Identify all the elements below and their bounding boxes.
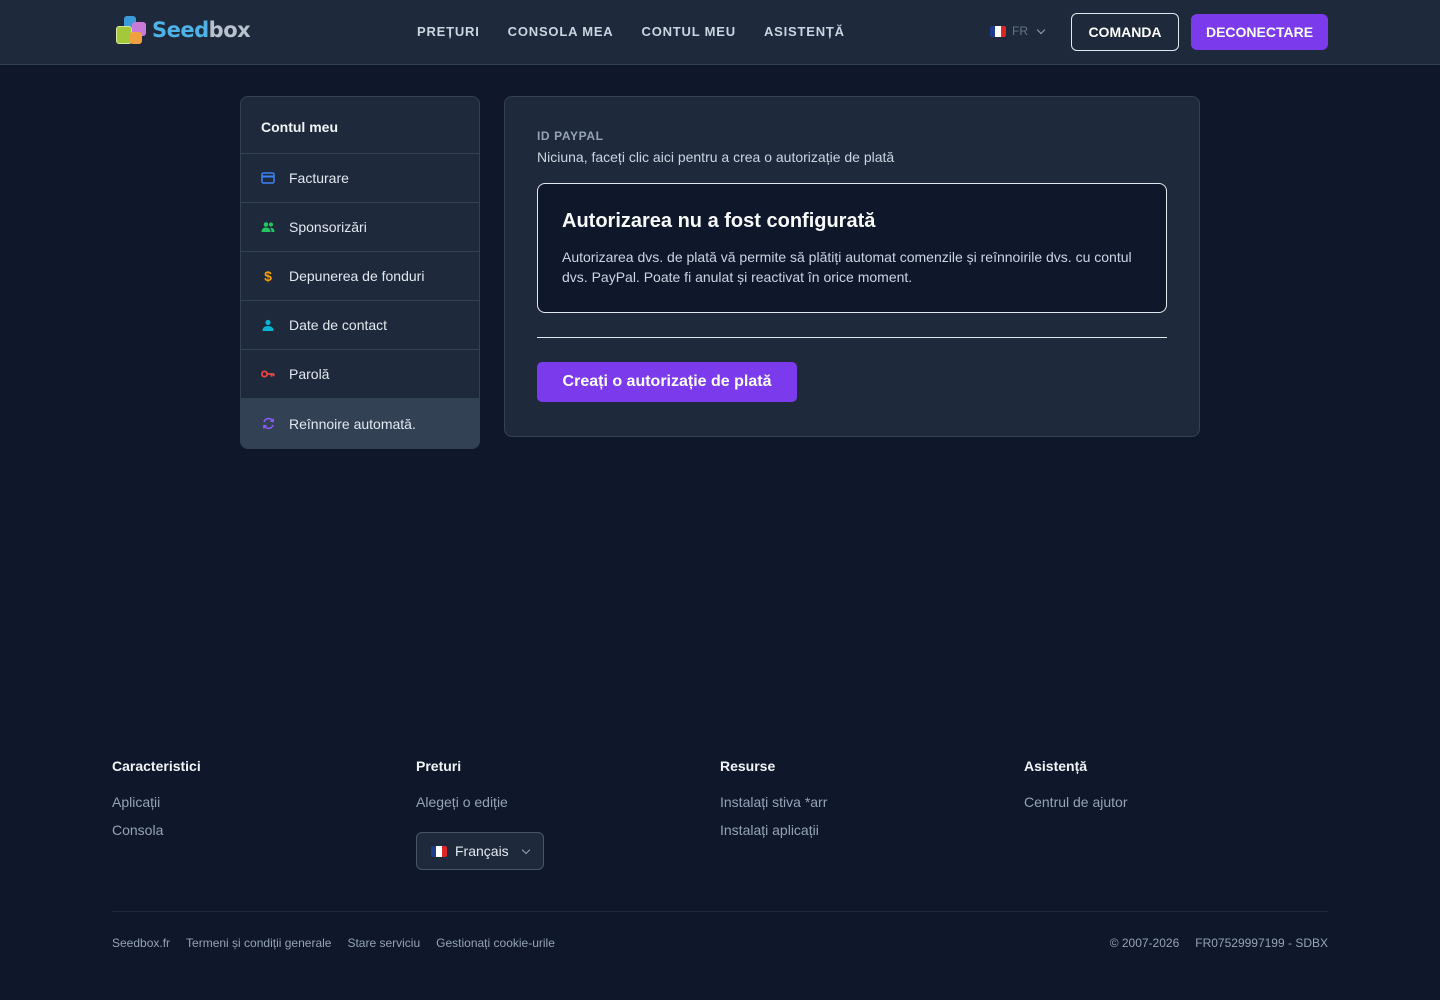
seedbox-logo[interactable]: Seedbox xyxy=(114,14,251,46)
footer-col-prices: Preturi Alegeți o ediție Français xyxy=(416,758,720,870)
footer-link-status[interactable]: Stare serviciu xyxy=(347,936,420,950)
user-icon xyxy=(261,318,275,332)
footer-link-cookies[interactable]: Gestionați cookie-urile xyxy=(436,936,555,950)
authorization-notice: Autorizarea nu a fost configurată Autori… xyxy=(537,183,1167,313)
footer-bottom: Seedbox.fr Termeni și condiții generale … xyxy=(112,936,1328,950)
footer-col-resources: Resurse Instalați stiva *arr Instalați a… xyxy=(720,758,1024,870)
credit-card-icon xyxy=(261,171,275,185)
logo-text-seed: Seed xyxy=(152,18,209,42)
account-sidebar: Contul meu Facturare Sponsorizări $ Depu… xyxy=(240,96,480,449)
sidebar-item-billing[interactable]: Facturare xyxy=(241,154,479,203)
chevron-down-icon xyxy=(1036,25,1046,34)
sidebar-item-label: Facturare xyxy=(289,170,349,186)
sidebar-item-contact[interactable]: Date de contact xyxy=(241,301,479,350)
company-id: FR07529997199 - SDBX xyxy=(1195,936,1328,950)
footer-col-title: Preturi xyxy=(416,758,462,774)
sidebar-item-auto-renewal[interactable]: Reînnoire automată. xyxy=(241,399,479,448)
users-icon xyxy=(261,220,275,234)
order-button[interactable]: COMANDA xyxy=(1071,13,1179,51)
footer-link-install-apps[interactable]: Instalați aplicații xyxy=(720,822,1024,840)
footer-col-features: Caracteristici Aplicații Consola xyxy=(112,758,416,870)
footer-col-support: Asistență Centrul de ajutor xyxy=(1024,758,1328,870)
paypal-id-value[interactable]: Niciuna, faceți clic aici pentru a crea … xyxy=(537,149,1167,165)
footer-divider xyxy=(112,911,1328,912)
footer-col-title: Resurse xyxy=(720,758,776,774)
language-code: FR xyxy=(1012,24,1028,38)
footer-columns: Caracteristici Aplicații Consola Preturi… xyxy=(112,758,1328,870)
footer-link-choose-edition[interactable]: Alegeți o ediție xyxy=(416,794,720,812)
footer-col-title: Caracteristici xyxy=(112,758,201,774)
sidebar-item-label: Sponsorizări xyxy=(289,219,367,235)
sidebar-item-label: Reînnoire automată. xyxy=(289,415,416,432)
create-authorization-button[interactable]: Creați o autorizație de plată xyxy=(537,362,797,402)
sidebar-item-deposit[interactable]: $ Depunerea de fonduri xyxy=(241,252,479,301)
paypal-authorization-card: ID PAYPAL Niciuna, faceți clic aici pent… xyxy=(504,96,1200,437)
sidebar-item-sponsorships[interactable]: Sponsorizări xyxy=(241,203,479,252)
footer-link-terms[interactable]: Termeni și condiții generale xyxy=(186,936,331,950)
sidebar-item-label: Date de contact xyxy=(289,317,388,333)
main-nav: PREȚURI CONSOLA MEA CONTUL MEU ASISTENȚĂ xyxy=(417,24,845,39)
footer-link-home[interactable]: Seedbox.fr xyxy=(112,936,170,950)
sidebar-item-label: Parolă xyxy=(289,366,330,382)
language-switcher[interactable]: FR xyxy=(990,24,1046,38)
notice-text: Autorizarea dvs. de plată vă permite să … xyxy=(562,249,1132,285)
sidebar-title: Contul meu xyxy=(241,97,479,154)
footer-col-title: Asistență xyxy=(1024,758,1088,774)
nav-support[interactable]: ASISTENȚĂ xyxy=(764,24,845,39)
refresh-icon xyxy=(261,417,275,431)
french-flag-icon xyxy=(990,25,1006,37)
sidebar-item-label: Depunerea de fonduri xyxy=(289,268,425,284)
dollar-icon: $ xyxy=(264,268,272,284)
logo-text-box: box xyxy=(208,18,251,42)
footer-link-help-center[interactable]: Centrul de ajutor xyxy=(1024,794,1328,812)
nav-prices[interactable]: PREȚURI xyxy=(417,24,480,39)
footer-link-apps[interactable]: Aplicații xyxy=(112,794,416,812)
chevron-down-icon xyxy=(521,845,530,854)
language-name: Français xyxy=(455,843,509,859)
footer-link-install-arr[interactable]: Instalați stiva *arr xyxy=(720,794,1024,812)
footer-language-select[interactable]: Français xyxy=(416,832,544,870)
divider xyxy=(537,337,1167,338)
nav-my-account[interactable]: CONTUL MEU xyxy=(642,24,736,39)
sidebar-item-password[interactable]: Parolă xyxy=(241,350,479,399)
top-header: Seedbox PREȚURI CONSOLA MEA CONTUL MEU A… xyxy=(0,0,1440,65)
logo-boxes-icon xyxy=(114,14,148,46)
key-icon xyxy=(261,367,275,381)
footer-link-console[interactable]: Consola xyxy=(112,822,416,840)
logout-button[interactable]: DECONECTARE xyxy=(1191,14,1328,50)
paypal-id-label: ID PAYPAL xyxy=(537,129,604,143)
french-flag-icon xyxy=(431,845,447,857)
notice-title: Autorizarea nu a fost configurată xyxy=(562,210,876,232)
copyright: © 2007-2026 xyxy=(1109,936,1180,950)
nav-my-console[interactable]: CONSOLA MEA xyxy=(508,24,614,39)
